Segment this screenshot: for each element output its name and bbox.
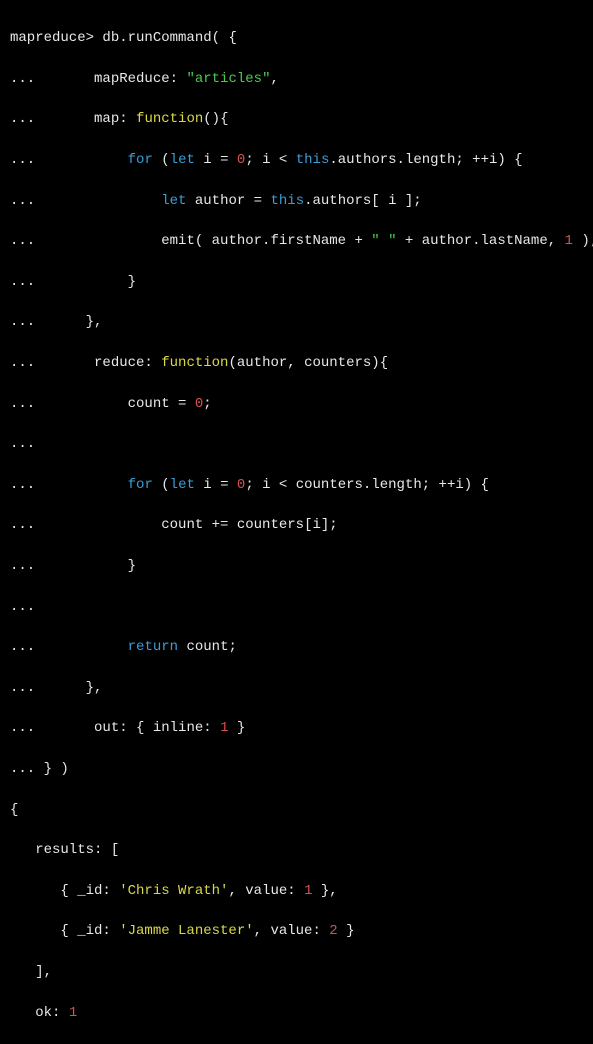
- code-text: ; i <: [245, 152, 295, 168]
- keyword-return: return: [128, 639, 178, 655]
- continuation-dots: ...: [10, 761, 35, 777]
- output-text: , value:: [254, 923, 330, 939]
- number-literal: 1: [304, 883, 312, 899]
- code-text: [35, 193, 161, 209]
- code-text: (: [153, 477, 170, 493]
- code-text: }: [35, 274, 136, 290]
- continuation-dots: ...: [10, 233, 35, 249]
- code-text: );: [573, 233, 593, 249]
- code-text: db.runCommand( {: [94, 30, 237, 46]
- code-text: } ): [35, 761, 69, 777]
- number-literal: 2: [329, 923, 337, 939]
- shell-prompt: mapreduce>: [10, 30, 94, 46]
- keyword-function: function: [136, 111, 203, 127]
- code-text: ;: [203, 396, 211, 412]
- number-literal: 0: [195, 396, 203, 412]
- output-text: , value:: [228, 883, 304, 899]
- keyword-for: for: [128, 477, 153, 493]
- output-text: }: [338, 923, 355, 939]
- number-literal: 1: [220, 720, 228, 736]
- continuation-dots: ...: [10, 720, 35, 736]
- continuation-dots: ...: [10, 314, 35, 330]
- output-text: results: [: [10, 842, 119, 858]
- output-text: ok:: [10, 1005, 69, 1021]
- string-literal: 'Jamme Lanester': [119, 923, 253, 939]
- code-text: ,: [270, 71, 278, 87]
- code-text: emit( author.firstName +: [35, 233, 371, 249]
- code-text: count;: [178, 639, 237, 655]
- code-text: .authors.length; ++i) {: [329, 152, 522, 168]
- keyword-function: function: [161, 355, 228, 371]
- continuation-dots: ...: [10, 111, 35, 127]
- code-text: reduce:: [35, 355, 161, 371]
- code-text: author =: [186, 193, 270, 209]
- code-text: [35, 639, 127, 655]
- code-text: i =: [195, 477, 237, 493]
- code-text: i =: [195, 152, 237, 168]
- code-text: count += counters[i];: [35, 517, 337, 533]
- continuation-dots: ...: [10, 639, 35, 655]
- code-text: },: [35, 680, 102, 696]
- keyword-let: let: [170, 152, 195, 168]
- string-literal: "articles": [186, 71, 270, 87]
- code-text: mapReduce:: [35, 71, 186, 87]
- continuation-dots: ...: [10, 355, 35, 371]
- number-literal: 1: [565, 233, 573, 249]
- output-text: { _id:: [10, 923, 119, 939]
- continuation-dots: ...: [10, 396, 35, 412]
- continuation-dots: ...: [10, 477, 35, 493]
- keyword-this: this: [296, 152, 330, 168]
- continuation-dots: ...: [10, 152, 35, 168]
- continuation-dots: ...: [10, 517, 35, 533]
- keyword-for: for: [128, 152, 153, 168]
- code-text: + author.lastName,: [397, 233, 565, 249]
- code-text: count =: [35, 396, 195, 412]
- number-literal: 1: [69, 1005, 77, 1021]
- code-text: out: { inline:: [35, 720, 220, 736]
- terminal-output[interactable]: mapreduce> db.runCommand( { ... mapReduc…: [10, 8, 583, 1044]
- string-literal: " ": [371, 233, 396, 249]
- output-text: ],: [10, 964, 52, 980]
- code-text: ; i < counters.length; ++i) {: [245, 477, 489, 493]
- continuation-dots: ...: [10, 71, 35, 87]
- continuation-dots: ...: [10, 558, 35, 574]
- continuation-dots: ...: [10, 680, 35, 696]
- code-text: map:: [35, 111, 136, 127]
- code-text: [35, 152, 127, 168]
- output-text: { _id:: [10, 883, 119, 899]
- code-text: },: [35, 314, 102, 330]
- keyword-let: let: [170, 477, 195, 493]
- code-text: }: [228, 720, 245, 736]
- code-text: .authors[ i ];: [304, 193, 422, 209]
- keyword-this: this: [270, 193, 304, 209]
- output-text: {: [10, 802, 18, 818]
- code-text: [35, 477, 127, 493]
- continuation-dots: ...: [10, 436, 35, 452]
- output-text: },: [312, 883, 337, 899]
- code-text: }: [35, 558, 136, 574]
- continuation-dots: ...: [10, 599, 35, 615]
- continuation-dots: ...: [10, 193, 35, 209]
- continuation-dots: ...: [10, 274, 35, 290]
- code-text: (){: [203, 111, 228, 127]
- code-text: (author, counters){: [228, 355, 388, 371]
- code-text: (: [153, 152, 170, 168]
- string-literal: 'Chris Wrath': [119, 883, 228, 899]
- keyword-let: let: [161, 193, 186, 209]
